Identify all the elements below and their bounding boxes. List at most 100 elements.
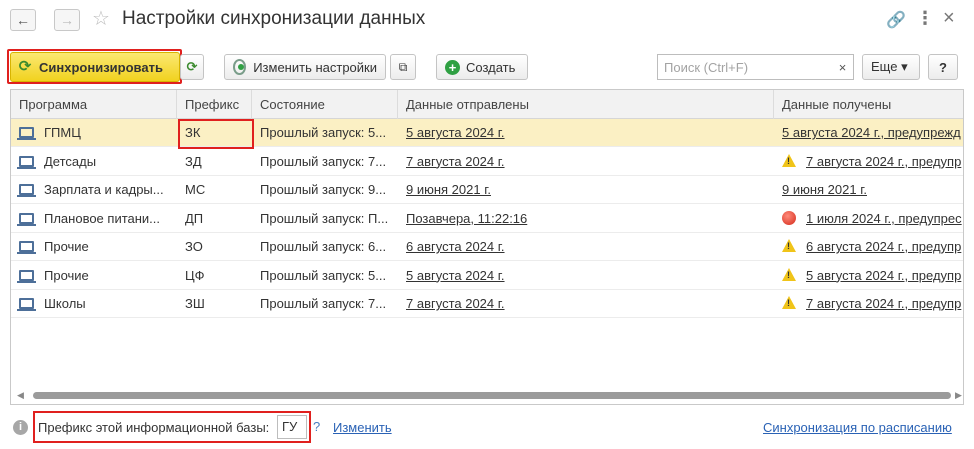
- settings-gear-icon: [233, 59, 247, 75]
- sent-cell: 5 августа 2024 г.: [398, 262, 774, 290]
- table-row[interactable]: Школы ЗШ Прошлый запуск: 7... 7 августа 202…: [11, 290, 963, 318]
- received-date-link[interactable]: 7 августа 2024 г., предупр: [806, 296, 961, 311]
- scroll-left-icon[interactable]: ◀: [17, 390, 24, 401]
- sent-cell: 7 августа 2024 г.: [398, 290, 774, 318]
- program-cell: ГПМЦ: [11, 119, 177, 147]
- sent-cell: 5 августа 2024 г.: [398, 119, 774, 147]
- prefix-highlight-box: [33, 411, 311, 443]
- forward-button[interactable]: →: [54, 9, 80, 31]
- search-clear-button[interactable]: ×: [832, 54, 854, 80]
- search-input[interactable]: Поиск (Ctrl+F): [657, 54, 833, 80]
- prefix-cell: ЗД: [185, 153, 202, 169]
- sync-settings-table: Программа Префикс Состояние Данные отпра…: [10, 89, 964, 405]
- scroll-right-icon[interactable]: ▶: [955, 390, 962, 401]
- received-cell: 7 августа 2024 г., предупр: [774, 148, 963, 176]
- prefix-cell: ЦФ: [185, 267, 205, 283]
- received-cell: 5 августа 2024 г., предупр: [774, 262, 963, 290]
- program-name: Плановое питани...: [44, 210, 161, 226]
- received-date-link[interactable]: 5 августа 2024 г., предупрежд: [782, 125, 961, 140]
- received-date-link[interactable]: 5 августа 2024 г., предупр: [806, 268, 961, 283]
- program-cell: Прочие: [11, 262, 177, 290]
- refresh-search-icon: ⟳: [186, 59, 198, 74]
- program-name: Прочие: [44, 267, 89, 283]
- warning-icon: [782, 153, 796, 167]
- back-button[interactable]: ←: [10, 9, 36, 31]
- more-options-icon[interactable]: ⋮: [916, 8, 934, 29]
- sent-date-link[interactable]: 7 августа 2024 г.: [406, 154, 505, 169]
- received-date-link[interactable]: 9 июня 2021 г.: [782, 182, 867, 197]
- program-name: ГПМЦ: [44, 125, 81, 140]
- column-header-program[interactable]: Программа: [11, 90, 177, 119]
- copy-button[interactable]: ⧉: [390, 54, 416, 80]
- state-cell: Прошлый запуск: 7...: [260, 296, 387, 311]
- prefix-cell: ЗШ: [185, 296, 205, 311]
- received-date-link[interactable]: 1 июля 2024 г., предупрес: [806, 211, 962, 226]
- horizontal-scrollbar[interactable]: [33, 392, 951, 399]
- computer-icon: [17, 127, 36, 141]
- column-header-prefix[interactable]: Префикс: [177, 90, 252, 119]
- computer-icon: [17, 155, 36, 169]
- sent-date-link[interactable]: 9 июня 2021 г.: [406, 182, 491, 197]
- prefix-help-icon[interactable]: ?: [313, 419, 320, 434]
- sent-date-link[interactable]: 5 августа 2024 г.: [406, 268, 505, 283]
- warning-icon: [782, 267, 796, 281]
- warning-icon: [782, 296, 796, 310]
- received-cell: 7 августа 2024 г., предупр: [774, 290, 963, 318]
- program-name: Школы: [44, 296, 86, 311]
- program-name: Детсады: [44, 153, 97, 169]
- column-header-received[interactable]: Данные получены: [774, 90, 963, 119]
- table-row[interactable]: ГПМЦ ЗК Прошлый запуск: 5... 5 августа 2024…: [11, 119, 963, 147]
- close-icon[interactable]: ×: [943, 7, 955, 30]
- table-row[interactable]: Плановое питани... ДП Прошлый запуск: П...…: [11, 205, 963, 233]
- prefix-highlight: [178, 119, 254, 149]
- table-header: Программа Префикс Состояние Данные отпра…: [11, 90, 963, 119]
- synchronize-highlight: [7, 49, 182, 84]
- sent-date-link[interactable]: Позавчера, 11:22:16: [406, 211, 527, 226]
- page-title: Настройки синхронизации данных: [122, 8, 426, 29]
- more-menu-button[interactable]: Еще ▾: [862, 54, 920, 80]
- program-name: Зарплата и кадры...: [44, 182, 164, 197]
- sync-refresh-button[interactable]: ⟳: [180, 54, 204, 80]
- warning-icon: [782, 239, 796, 253]
- arrow-right-icon: →: [60, 12, 74, 28]
- change-prefix-link[interactable]: Изменить: [333, 420, 392, 435]
- schedule-sync-link[interactable]: Синхронизация по расписанию: [763, 420, 952, 435]
- table-row[interactable]: Детсады ЗД Прошлый запуск: 7... 7 августа 2…: [11, 148, 963, 176]
- table-row[interactable]: Прочие ЦФ Прошлый запуск: 5... 5 августа 20…: [11, 262, 963, 290]
- program-cell: Школы: [11, 290, 177, 318]
- program-cell: Плановое питани...: [11, 205, 177, 233]
- received-cell: 1 июля 2024 г., предупрес: [774, 205, 963, 233]
- link-icon[interactable]: 🔗: [886, 10, 906, 30]
- sent-date-link[interactable]: 7 августа 2024 г.: [406, 296, 505, 311]
- table-row[interactable]: Прочие ЗО Прошлый запуск: 6... 6 августа 20…: [11, 233, 963, 261]
- program-name: Прочие: [44, 239, 89, 254]
- computer-icon: [17, 212, 36, 226]
- column-header-state[interactable]: Состояние: [252, 90, 398, 119]
- info-icon: i: [13, 420, 28, 435]
- sent-date-link[interactable]: 5 августа 2024 г.: [406, 125, 505, 140]
- program-cell: Детсады: [11, 148, 177, 176]
- change-settings-label: Изменить настройки: [253, 59, 377, 75]
- prefix-cell: МС: [185, 182, 206, 197]
- create-label: Создать: [466, 59, 516, 75]
- received-date-link[interactable]: 6 августа 2024 г., предупр: [806, 239, 961, 254]
- state-cell: Прошлый запуск: 9...: [260, 182, 387, 197]
- change-settings-button[interactable]: Изменить настройки: [224, 54, 386, 80]
- state-cell: Прошлый запуск: 5...: [260, 125, 387, 140]
- plus-icon: +: [445, 59, 460, 75]
- state-cell: Прошлый запуск: 6...: [260, 239, 387, 254]
- sent-date-link[interactable]: 6 августа 2024 г.: [406, 239, 505, 254]
- received-date-link[interactable]: 7 августа 2024 г., предупр: [806, 154, 961, 169]
- column-header-sent[interactable]: Данные отправлены: [398, 90, 774, 119]
- create-button[interactable]: + Создать: [436, 54, 528, 80]
- favorite-star-icon[interactable]: ☆: [92, 7, 110, 31]
- received-cell: 9 июня 2021 г.: [774, 176, 963, 204]
- state-cell: Прошлый запуск: П...: [260, 210, 389, 226]
- help-button[interactable]: ?: [928, 54, 958, 80]
- computer-icon: [17, 269, 36, 283]
- received-cell: 6 августа 2024 г., предупр: [774, 233, 963, 261]
- prefix-cell: ДП: [185, 210, 204, 226]
- sent-cell: 9 июня 2021 г.: [398, 176, 774, 204]
- program-cell: Зарплата и кадры...: [11, 176, 177, 204]
- table-row[interactable]: Зарплата и кадры... МС Прошлый запуск: 9..…: [11, 176, 963, 204]
